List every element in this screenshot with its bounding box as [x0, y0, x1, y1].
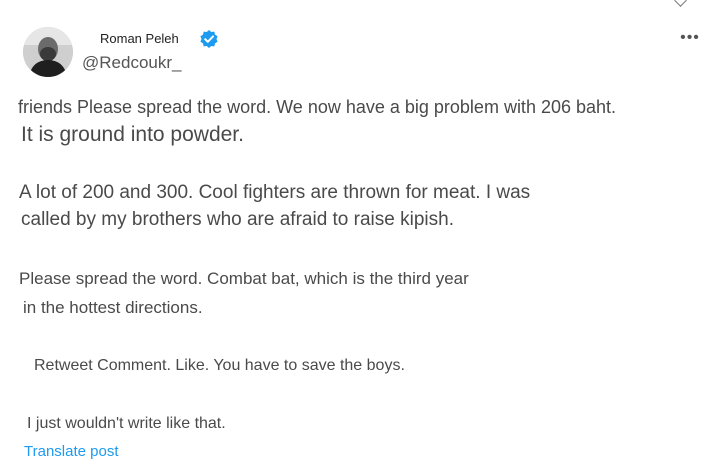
post-text-line: It is ground into powder. — [21, 123, 244, 146]
verified-badge-icon — [200, 30, 218, 48]
avatar[interactable] — [23, 27, 73, 77]
post-text-line: A lot of 200 and 300. Cool fighters are … — [19, 182, 531, 203]
post-text-line: Retweet Comment. Like. You have to save … — [34, 357, 405, 374]
post-text-line: friends Please spread the word. We now h… — [18, 97, 617, 117]
author-handle[interactable]: @Redcoukr_ — [82, 53, 181, 73]
more-horizontal-icon: ••• — [680, 29, 700, 46]
more-options-button[interactable]: ••• — [680, 30, 700, 46]
chevron-down-icon[interactable] — [674, 0, 687, 7]
post-text-line: I just wouldn't write like that. — [27, 415, 226, 432]
post-text-line: called by my brothers who are afraid to … — [21, 209, 454, 230]
translate-post-link[interactable]: Translate post — [24, 443, 119, 460]
post-card: Roman Peleh @Redcoukr_ ••• friends Pleas… — [0, 0, 720, 470]
author-display-name[interactable]: Roman Peleh — [100, 31, 179, 46]
post-text-line: in the hottest directions. — [23, 298, 203, 317]
person-avatar-icon — [23, 27, 73, 77]
post-text-line: Please spread the word. Combat bat, whic… — [19, 269, 469, 288]
